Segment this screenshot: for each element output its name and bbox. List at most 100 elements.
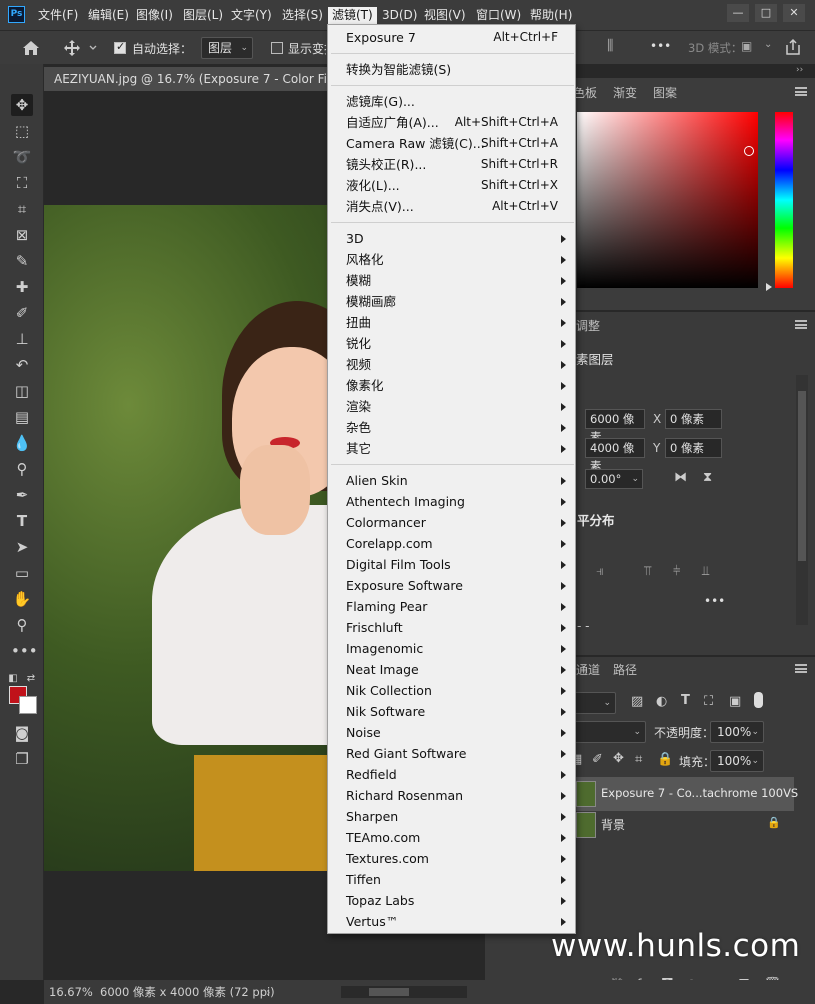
- submenu-plugin-item[interactable]: Digital Film Tools: [346, 554, 572, 575]
- menu-select[interactable]: 选择(S): [282, 7, 323, 25]
- submenu-sharpen[interactable]: 锐化: [346, 333, 572, 354]
- zoom-level[interactable]: 16.67%: [49, 980, 93, 1004]
- lock-position-icon[interactable]: ✥: [613, 751, 624, 766]
- filter-adjustment-layers-icon[interactable]: ◐: [656, 694, 667, 709]
- filter-type-layers-icon[interactable]: T: [681, 693, 690, 708]
- rectangle-tool-icon[interactable]: ▭: [11, 562, 33, 584]
- frame-tool-icon[interactable]: ⊠: [11, 224, 33, 246]
- hue-slider-handle-icon[interactable]: [766, 283, 772, 291]
- menu-item-liquify[interactable]: 液化(L)... Shift+Ctrl+X: [346, 175, 572, 196]
- home-icon[interactable]: [20, 39, 42, 57]
- submenu-pixelate[interactable]: 像素化: [346, 375, 572, 396]
- submenu-plugin-item[interactable]: Nik Collection: [346, 680, 572, 701]
- clone-stamp-tool-icon[interactable]: ⊥: [11, 328, 33, 350]
- tab-swatches[interactable]: 色板: [573, 84, 597, 101]
- submenu-plugin-item[interactable]: Colormancer: [346, 512, 572, 533]
- submenu-stylize[interactable]: 风格化: [346, 249, 572, 270]
- tab-gradients[interactable]: 渐变: [613, 84, 637, 101]
- submenu-plugin-item[interactable]: TEAmo.com: [346, 827, 572, 848]
- layer-filter-dropdown[interactable]: ⌄: [572, 692, 616, 714]
- auto-select-checkbox[interactable]: [114, 40, 126, 54]
- flip-vertical-icon[interactable]: ⧗: [703, 470, 712, 485]
- lock-all-icon[interactable]: 🔒: [657, 752, 673, 767]
- width-field[interactable]: 6000 像素: [585, 409, 645, 444]
- gradient-tool-icon[interactable]: ▤: [11, 406, 33, 428]
- object-select-tool-icon[interactable]: ⛶: [11, 172, 33, 194]
- submenu-noise[interactable]: 杂色: [346, 417, 572, 438]
- more-options-button[interactable]: •••: [650, 39, 671, 53]
- submenu-plugin-item[interactable]: Nik Software: [346, 701, 572, 722]
- filter-smart-objects-icon[interactable]: ▣: [729, 694, 741, 709]
- lasso-tool-icon[interactable]: ➰: [11, 146, 33, 168]
- align-right-icon[interactable]: ⫣: [596, 564, 604, 579]
- tab-patterns[interactable]: 图案: [653, 84, 677, 101]
- path-select-tool-icon[interactable]: ➤: [11, 536, 33, 558]
- properties-scrollbar[interactable]: [796, 375, 808, 625]
- menu-item-exposure-7[interactable]: Exposure 7 Alt+Ctrl+F: [346, 27, 572, 48]
- submenu-plugin-item[interactable]: Corelapp.com: [346, 533, 572, 554]
- move-tool-preset-icon[interactable]: [63, 39, 99, 57]
- menu-window[interactable]: 窗口(W): [476, 7, 521, 25]
- submenu-plugin-item[interactable]: Frischluft: [346, 617, 572, 638]
- pen-tool-icon[interactable]: ✒: [11, 484, 33, 506]
- close-button[interactable]: ✕: [783, 4, 805, 22]
- collapse-panels-icon[interactable]: ››: [796, 65, 803, 75]
- submenu-plugin-item[interactable]: Tiffen: [346, 869, 572, 890]
- healing-brush-tool-icon[interactable]: ✚: [11, 276, 33, 298]
- submenu-video[interactable]: 视频: [346, 354, 572, 375]
- background-color-swatch[interactable]: [19, 696, 37, 714]
- menu-image[interactable]: 图像(I): [136, 7, 173, 25]
- menu-item-camera-raw[interactable]: Camera Raw 滤镜(C)... Shift+Ctrl+A: [346, 133, 572, 154]
- submenu-blur-gallery[interactable]: 模糊画廊: [346, 291, 572, 312]
- menu-layer[interactable]: 图层(L): [183, 7, 223, 25]
- blur-tool-icon[interactable]: 💧: [11, 432, 33, 454]
- panel-menu-icon[interactable]: [795, 320, 807, 329]
- flip-horizontal-icon[interactable]: ⧓: [674, 470, 687, 485]
- eraser-tool-icon[interactable]: ◫: [11, 380, 33, 402]
- submenu-plugin-item[interactable]: Sharpen: [346, 806, 572, 827]
- submenu-plugin-item[interactable]: Neat Image: [346, 659, 572, 680]
- blend-mode-dropdown[interactable]: ⌄: [572, 721, 646, 743]
- align-top-icon[interactable]: ⫪: [644, 564, 651, 579]
- minimize-button[interactable]: —: [727, 4, 749, 22]
- 3d-orbit-icon[interactable]: ▣: [741, 39, 752, 53]
- submenu-plugin-item[interactable]: Flaming Pear: [346, 596, 572, 617]
- hand-tool-icon[interactable]: ✋: [11, 588, 33, 610]
- submenu-plugin-item[interactable]: Richard Rosenman: [346, 785, 572, 806]
- crop-tool-icon[interactable]: ⌗: [11, 198, 33, 220]
- horizontal-scrollbar-thumb[interactable]: [369, 988, 409, 996]
- tab-channels[interactable]: 通道: [576, 661, 600, 678]
- submenu-plugin-item[interactable]: Textures.com: [346, 848, 572, 869]
- menu-file[interactable]: 文件(F): [38, 7, 78, 25]
- marquee-tool-icon[interactable]: ⬚: [11, 120, 33, 142]
- type-tool-icon[interactable]: T: [11, 510, 33, 532]
- layer-filter-toggle[interactable]: [754, 692, 763, 708]
- submenu-plugin-item[interactable]: Alien Skin: [346, 470, 572, 491]
- horizontal-scrollbar[interactable]: [341, 986, 467, 998]
- menu-view[interactable]: 视图(V): [424, 7, 466, 25]
- submenu-blur[interactable]: 模糊: [346, 270, 572, 291]
- properties-scrollbar-thumb[interactable]: [798, 391, 806, 561]
- lock-artboard-icon[interactable]: ⌗: [635, 752, 642, 767]
- filter-pixel-layers-icon[interactable]: ▨: [631, 694, 643, 709]
- menu-3d[interactable]: 3D(D): [382, 7, 417, 25]
- eyedropper-tool-icon[interactable]: ✎: [11, 250, 33, 272]
- menu-item-filter-gallery[interactable]: 滤镜库(G)...: [346, 91, 572, 112]
- height-field[interactable]: 4000 像素: [585, 438, 645, 473]
- zoom-tool-icon[interactable]: ⚲: [11, 614, 33, 636]
- menu-type[interactable]: 文字(Y): [231, 7, 272, 25]
- submenu-plugin-item[interactable]: Noise: [346, 722, 572, 743]
- y-field[interactable]: 0 像素: [665, 438, 722, 458]
- submenu-plugin-item[interactable]: Red Giant Software: [346, 743, 572, 764]
- tab-adjustments[interactable]: 调整: [576, 317, 600, 334]
- submenu-plugin-item[interactable]: Redfield: [346, 764, 572, 785]
- submenu-plugin-item[interactable]: Athentech Imaging: [346, 491, 572, 512]
- status-info-menu-icon[interactable]: ›: [266, 980, 271, 1004]
- align-bottom-icon[interactable]: ⫫: [702, 564, 709, 579]
- tab-paths[interactable]: 路径: [613, 661, 637, 678]
- angle-field[interactable]: 0.00° ⌄: [585, 469, 643, 489]
- panel-menu-icon[interactable]: [795, 664, 807, 673]
- menu-item-convert-smart-filter[interactable]: 转换为智能滤镜(S): [346, 59, 572, 80]
- color-picker-field[interactable]: [577, 112, 758, 288]
- menu-item-lens-correction[interactable]: 镜头校正(R)... Shift+Ctrl+R: [346, 154, 572, 175]
